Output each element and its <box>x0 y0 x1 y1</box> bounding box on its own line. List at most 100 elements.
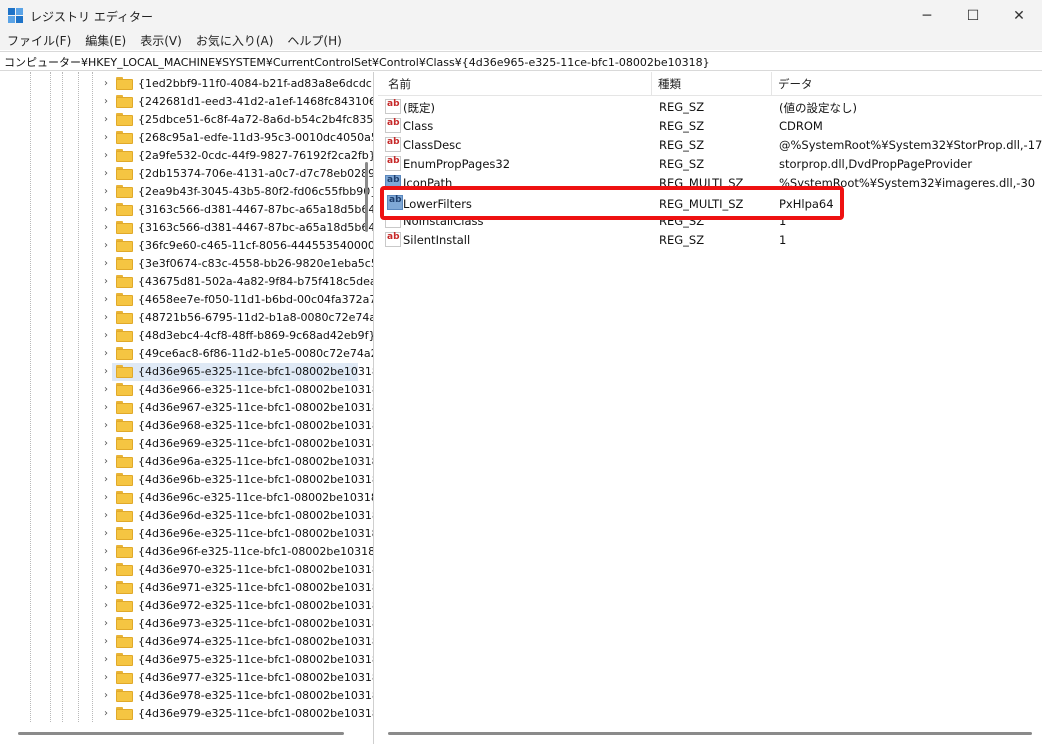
chevron-right-icon[interactable]: › <box>104 184 114 200</box>
tree-key-item[interactable]: › {4d36e975-e325-11ce-bfc1-08002be10318} <box>0 651 373 669</box>
menu-file[interactable]: ファイル(F) <box>0 32 78 50</box>
chevron-right-icon[interactable]: › <box>104 688 114 704</box>
address-path[interactable]: コンピューター¥HKEY_LOCAL_MACHINE¥SYSTEM¥Curren… <box>4 54 710 70</box>
tree-key-item[interactable]: › {242681d1-eed3-41d2-a1ef-1468fc843106} <box>0 93 373 111</box>
value-row[interactable]: EnumPropPages32 REG_SZ storprop.dll,DvdP… <box>378 154 1042 173</box>
tree-key-item[interactable]: › {4658ee7e-f050-11d1-b6bd-00c04fa372a7} <box>0 291 373 309</box>
tree-key-item[interactable]: › {4d36e96d-e325-11ce-bfc1-08002be10318} <box>0 507 373 525</box>
tree-key-item[interactable]: › {4d36e970-e325-11ce-bfc1-08002be10318} <box>0 561 373 579</box>
chevron-right-icon[interactable]: › <box>104 454 114 470</box>
tree-key-item[interactable]: › {4d36e965-e325-11ce-bfc1-08002be10318} <box>104 363 373 381</box>
chevron-right-icon[interactable]: › <box>104 670 114 686</box>
chevron-right-icon[interactable]: › <box>104 328 114 344</box>
tree-key-item[interactable]: › {4d36e966-e325-11ce-bfc1-08002be10318} <box>0 381 373 399</box>
minimize-button[interactable]: ─ <box>904 0 950 32</box>
chevron-right-icon[interactable]: › <box>104 94 114 110</box>
tree-key-item[interactable]: › {4d36e971-e325-11ce-bfc1-08002be10318} <box>0 579 373 597</box>
chevron-right-icon[interactable]: › <box>104 256 114 272</box>
chevron-right-icon[interactable]: › <box>104 130 114 146</box>
tree-vertical-scroll-thumb[interactable] <box>365 162 368 232</box>
menu-edit[interactable]: 編集(E) <box>78 32 133 50</box>
chevron-right-icon[interactable]: › <box>104 76 114 92</box>
menu-view[interactable]: 表示(V) <box>133 32 189 50</box>
close-button[interactable]: ✕ <box>996 0 1042 32</box>
tree-key-item[interactable]: › {3e3f0674-c83c-4558-bb26-9820e1eba5c5} <box>0 255 373 273</box>
tree-key-item[interactable]: › {4d36e968-e325-11ce-bfc1-08002be10318} <box>0 417 373 435</box>
chevron-right-icon[interactable]: › <box>104 418 114 434</box>
chevron-right-icon[interactable]: › <box>104 238 114 254</box>
chevron-right-icon[interactable]: › <box>104 436 114 452</box>
tree-key-item[interactable]: › {2ea9b43f-3045-43b5-80f2-fd06c55fbb90} <box>0 183 373 201</box>
maximize-button[interactable]: ☐ <box>950 0 996 32</box>
tree-vertical-scrollbar[interactable] <box>362 72 373 722</box>
chevron-right-icon[interactable]: › <box>104 544 114 560</box>
chevron-right-icon[interactable]: › <box>104 580 114 596</box>
chevron-right-icon[interactable]: › <box>104 490 114 506</box>
chevron-right-icon[interactable]: › <box>104 310 114 326</box>
tree-key-item[interactable]: › {48721b56-6795-11d2-b1a8-0080c72e74a2} <box>0 309 373 327</box>
tree-key-item[interactable]: › {4d36e972-e325-11ce-bfc1-08002be10318} <box>0 597 373 615</box>
tree-horizontal-scroll-thumb[interactable] <box>18 732 344 735</box>
menu-help[interactable]: ヘルプ(H) <box>280 32 348 50</box>
value-row[interactable]: Class REG_SZ CDROM <box>378 116 1042 135</box>
chevron-right-icon[interactable]: › <box>104 706 114 722</box>
tree-key-item[interactable]: › {4d36e978-e325-11ce-bfc1-08002be10318} <box>0 687 373 705</box>
value-row[interactable]: SilentInstall REG_SZ 1 <box>378 230 1042 249</box>
tree-key-item[interactable]: › {4d36e96a-e325-11ce-bfc1-08002be10318} <box>0 453 373 471</box>
chevron-right-icon[interactable]: › <box>104 508 114 524</box>
tree-key-item[interactable]: › {4d36e973-e325-11ce-bfc1-08002be10318} <box>0 615 373 633</box>
key-tree-pane[interactable]: › {1ed2bbf9-11f0-4084-b21f-ad83a8e6dcdc} ›… <box>0 72 374 744</box>
chevron-right-icon[interactable]: › <box>104 220 114 236</box>
tree-key-item[interactable]: › {36fc9e60-c465-11cf-8056-444553540000} <box>0 237 373 255</box>
chevron-right-icon[interactable]: › <box>104 526 114 542</box>
tree-key-label: {4d36e978-e325-11ce-bfc1-08002be10318} <box>138 689 374 702</box>
tree-key-item[interactable]: › {2a9fe532-0cdc-44f9-9827-76192f2ca2fb} <box>0 147 373 165</box>
chevron-right-icon[interactable]: › <box>104 364 114 380</box>
tree-key-item[interactable]: › {4d36e96f-e325-11ce-bfc1-08002be10318} <box>0 543 373 561</box>
tree-key-item[interactable]: › {1ed2bbf9-11f0-4084-b21f-ad83a8e6dcdc} <box>0 75 373 93</box>
column-header-data[interactable]: データ <box>772 72 1042 96</box>
list-horizontal-scroll-thumb[interactable] <box>388 732 1032 735</box>
chevron-right-icon[interactable]: › <box>104 292 114 308</box>
chevron-right-icon[interactable]: › <box>104 562 114 578</box>
chevron-right-icon[interactable]: › <box>104 634 114 650</box>
chevron-right-icon[interactable]: › <box>104 472 114 488</box>
chevron-right-icon[interactable]: › <box>104 112 114 128</box>
value-row[interactable]: ClassDesc REG_SZ @%SystemRoot%¥System32¥… <box>378 135 1042 154</box>
chevron-right-icon[interactable]: › <box>104 202 114 218</box>
chevron-right-icon[interactable]: › <box>104 598 114 614</box>
chevron-right-icon[interactable]: › <box>104 382 114 398</box>
column-header-type[interactable]: 種類 <box>652 72 772 96</box>
menu-favorites[interactable]: お気に入り(A) <box>189 32 281 50</box>
tree-key-item[interactable]: › {25dbce51-6c8f-4a72-8a6d-b54c2b4fc835} <box>0 111 373 129</box>
tree-key-item[interactable]: › {4d36e967-e325-11ce-bfc1-08002be10318} <box>0 399 373 417</box>
tree-key-item[interactable]: › {4d36e96c-e325-11ce-bfc1-08002be10318} <box>0 489 373 507</box>
value-row[interactable]: (既定) REG_SZ (値の設定なし) <box>378 97 1042 116</box>
tree-key-item[interactable]: › {4d36e977-e325-11ce-bfc1-08002be10318} <box>0 669 373 687</box>
tree-key-item[interactable]: › {4d36e974-e325-11ce-bfc1-08002be10318} <box>0 633 373 651</box>
lowerfilters-highlight[interactable]: LowerFilters REG_MULTI_SZ PxHlpa64 <box>380 186 844 220</box>
values-list-pane[interactable]: 名前 種類 データ (既定) REG_SZ (値の設定なし) Class REG… <box>378 72 1042 744</box>
chevron-right-icon[interactable]: › <box>104 346 114 362</box>
chevron-right-icon[interactable]: › <box>104 616 114 632</box>
tree-key-item[interactable]: › {268c95a1-edfe-11d3-95c3-0010dc4050a5} <box>0 129 373 147</box>
tree-key-item[interactable]: › {4d36e96e-e325-11ce-bfc1-08002be10318} <box>0 525 373 543</box>
tree-key-item[interactable]: › {3163c566-d381-4467-87bc-a65a18d5b649} <box>0 219 373 237</box>
chevron-right-icon[interactable]: › <box>104 400 114 416</box>
tree-key-item[interactable]: › {4d36e979-e325-11ce-bfc1-08002be10318} <box>0 705 373 723</box>
column-header-name[interactable]: 名前 <box>382 72 652 96</box>
tree-horizontal-scrollbar[interactable] <box>0 726 362 740</box>
chevron-right-icon[interactable]: › <box>104 274 114 290</box>
tree-key-item[interactable]: › {4d36e969-e325-11ce-bfc1-08002be10318} <box>0 435 373 453</box>
tree-key-item[interactable]: › {4d36e96b-e325-11ce-bfc1-08002be10318} <box>0 471 373 489</box>
chevron-right-icon[interactable]: › <box>104 148 114 164</box>
tree-key-item[interactable]: › {49ce6ac8-6f86-11d2-b1e5-0080c72e74a2} <box>0 345 373 363</box>
chevron-right-icon[interactable]: › <box>104 166 114 182</box>
chevron-right-icon[interactable]: › <box>104 652 114 668</box>
tree-key-item[interactable]: › {48d3ebc4-4cf8-48ff-b869-9c68ad42eb9f} <box>0 327 373 345</box>
tree-key-item[interactable]: › {3163c566-d381-4467-87bc-a65a18d5b648} <box>0 201 373 219</box>
address-bar[interactable]: コンピューター¥HKEY_LOCAL_MACHINE¥SYSTEM¥Curren… <box>0 51 1042 71</box>
tree-key-item[interactable]: › {43675d81-502a-4a82-9f84-b75f418c5dea} <box>0 273 373 291</box>
list-horizontal-scrollbar[interactable] <box>378 726 1042 740</box>
tree-key-item[interactable]: › {2db15374-706e-4131-a0c7-d7c78eb0289a} <box>0 165 373 183</box>
